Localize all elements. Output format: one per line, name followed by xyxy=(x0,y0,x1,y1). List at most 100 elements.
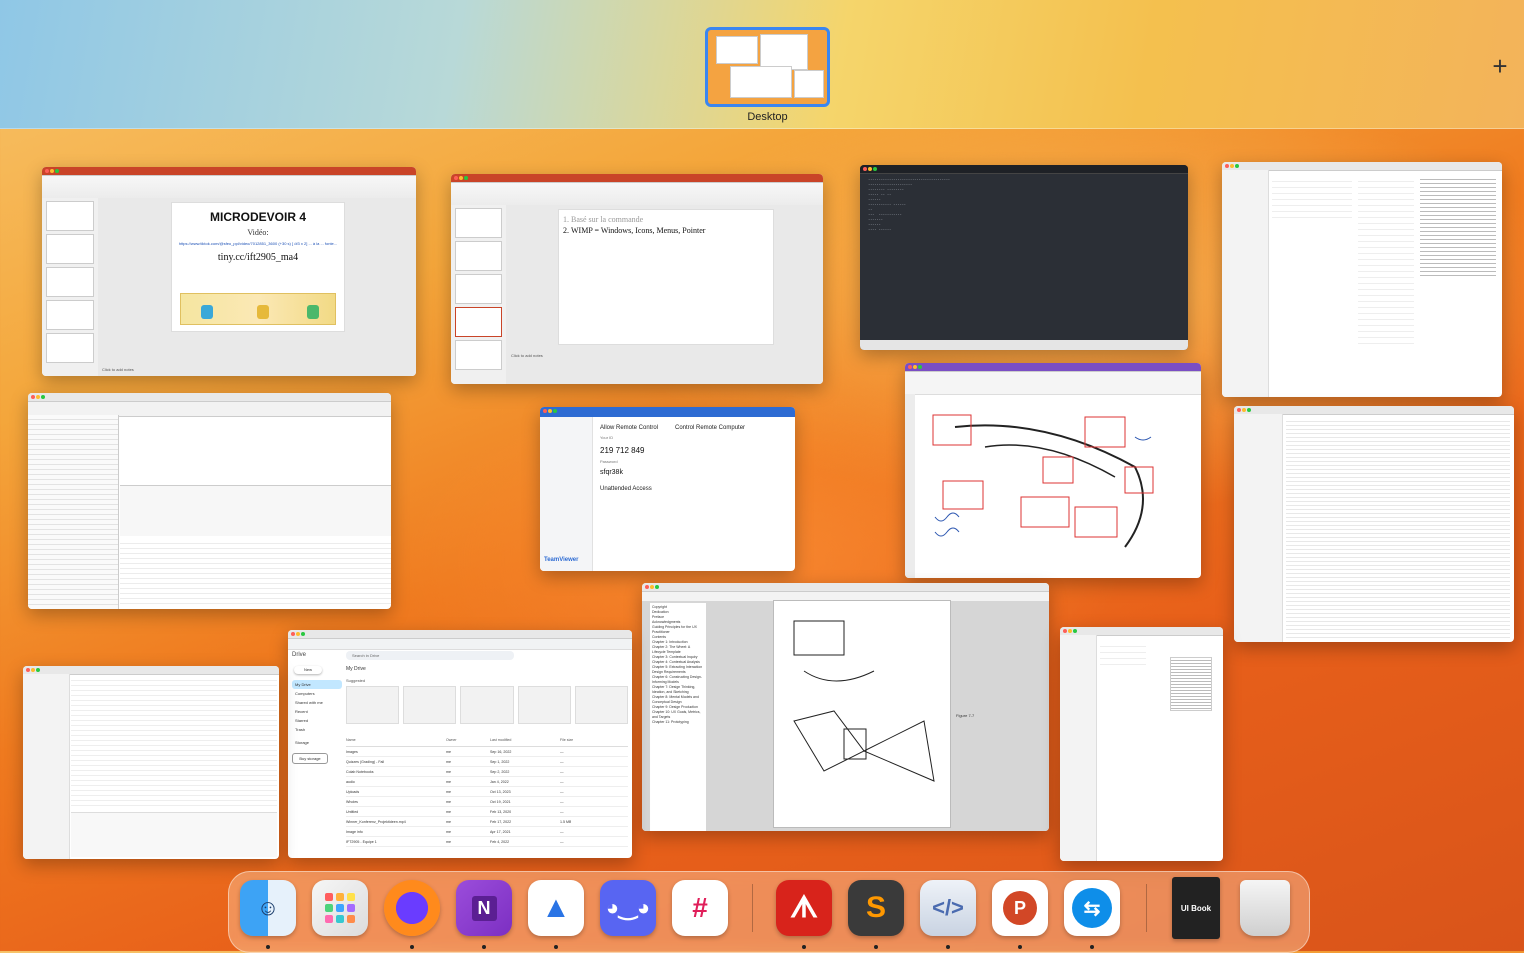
window-titlebar xyxy=(288,630,632,639)
table-row[interactable]: Uploads me Oct 13, 2023 — xyxy=(346,787,628,797)
commit-history[interactable] xyxy=(120,539,391,605)
toc-item[interactable]: Chapter 5: Extracting Interaction Design… xyxy=(652,665,704,675)
teamviewer-icon[interactable]: ⇆ xyxy=(1064,880,1120,936)
table-row[interactable]: Colab Notebooks me Sep 2, 2022 — xyxy=(346,767,628,777)
cell-modified: Oct 13, 2023 xyxy=(490,789,511,794)
table-row[interactable]: audio me Jan 4, 2022 — xyxy=(346,777,628,787)
launchpad-icon[interactable] xyxy=(312,880,368,936)
desktop-space-thumbnail[interactable] xyxy=(705,27,830,107)
table-row[interactable]: Quizzes (Grading) - Fall me Sep 1, 2022 — xyxy=(346,757,628,767)
toc-item[interactable]: Chapter 10: UX Goals, Metrics, and Targe… xyxy=(652,710,704,720)
browser-google-drive-window[interactable]: Drive Search in Drive New My Drive Compu… xyxy=(288,630,632,858)
finder-window-desktop[interactable] xyxy=(1234,406,1514,642)
file-table[interactable]: Name Owner Last modified File size Image… xyxy=(346,738,628,847)
powerpoint-window-microdevoir[interactable]: MICRODEVOIR 4 Vidéo: https://www.tiktok.… xyxy=(42,167,416,376)
finder-icon[interactable]: ☺ xyxy=(240,880,296,936)
book-title: UI Book xyxy=(1180,903,1212,913)
toc-item[interactable]: Chapter 11: Prototyping xyxy=(652,720,704,725)
sublime-text-icon[interactable]: S xyxy=(848,880,904,936)
current-slide[interactable]: Basé sur la commande WIMP = Windows, Ico… xyxy=(559,210,773,344)
running-indicator xyxy=(410,945,414,949)
acrobat-icon[interactable]: ᗑ xyxy=(776,880,832,936)
powerpoint-icon[interactable]: P xyxy=(992,880,1048,936)
toc-item[interactable]: Chapter 7: Design Thinking, Ideation, an… xyxy=(652,685,704,695)
finder-column[interactable] xyxy=(1100,641,1146,665)
finder-window-list[interactable] xyxy=(23,666,279,859)
slack-icon[interactable]: # xyxy=(672,880,728,936)
toc-item[interactable]: Guiding Principles for the UX Practition… xyxy=(652,625,704,635)
discord-icon[interactable]: ◕‿◕ xyxy=(600,880,656,936)
table-row[interactable]: Wholes me Oct 19, 2021 — xyxy=(346,797,628,807)
buy-storage-button[interactable]: Buy storage xyxy=(292,753,328,764)
onenote-ribbon[interactable] xyxy=(905,372,1201,395)
changes-pane[interactable] xyxy=(120,485,391,536)
finder-sidebar[interactable] xyxy=(1234,414,1283,642)
your-id-value: 219 712 849 xyxy=(600,446,645,455)
finder-sidebar[interactable] xyxy=(1060,635,1097,861)
drive-search-input[interactable]: Search in Drive xyxy=(346,651,514,660)
onenote-window[interactable] xyxy=(905,363,1201,578)
slide-thumbnails-pane[interactable] xyxy=(42,198,99,376)
finder-sidebar[interactable] xyxy=(23,674,70,859)
onenote-nav-rail[interactable] xyxy=(905,394,915,578)
nav-trash[interactable]: Trash xyxy=(292,725,342,734)
browser-address-bar[interactable] xyxy=(288,639,632,650)
toc-item[interactable]: Chapter 2: The Wheel: A Lifecycle Templa… xyxy=(652,645,704,655)
finder-window-preview[interactable] xyxy=(1060,627,1223,861)
window-titlebar xyxy=(642,583,1049,592)
table-row[interactable]: Image info me Apr 17, 2021 — xyxy=(346,827,628,837)
table-row[interactable]: Images me Sep 16, 2022 — xyxy=(346,747,628,757)
toc-item[interactable]: Chapter 8: Mental Models and Conceptual … xyxy=(652,695,704,705)
finder-column[interactable] xyxy=(1272,176,1352,218)
pdf-page[interactable] xyxy=(774,601,950,827)
finder-sidebar[interactable] xyxy=(1222,170,1269,397)
teamviewer-window[interactable]: Allow Remote Control Your ID 219 712 849… xyxy=(540,407,795,571)
cell-modified: Sep 1, 2022 xyxy=(490,759,510,764)
current-slide[interactable]: MICRODEVOIR 4 Vidéo: https://www.tiktok.… xyxy=(172,203,344,331)
new-button[interactable]: New xyxy=(294,666,322,674)
col-owner[interactable]: Owner xyxy=(446,738,490,746)
notes-placeholder[interactable]: Click to add notes xyxy=(511,353,543,358)
table-row[interactable]: IFT2905 - Équipe 1 me Feb 4, 2022 — xyxy=(346,837,628,847)
code-editor-window[interactable]: --------------------------------------- … xyxy=(860,165,1188,350)
onenote-icon[interactable]: N xyxy=(456,880,512,936)
nav-my-drive[interactable]: My Drive xyxy=(292,680,342,689)
toc-item[interactable]: Chapter 6: Constructing Design-Informing… xyxy=(652,675,704,685)
git-client-window[interactable] xyxy=(28,393,391,609)
book-icon[interactable]: UI Book xyxy=(1172,877,1220,939)
col-modified[interactable]: Last modified xyxy=(490,738,560,746)
code-editor-icon[interactable]: </> xyxy=(920,880,976,936)
spark-mail-icon[interactable]: ▲ xyxy=(528,880,584,936)
teamviewer-logo: TeamViewer xyxy=(544,557,579,563)
powerpoint-window-wimp[interactable]: Basé sur la commande WIMP = Windows, Ico… xyxy=(451,174,823,384)
notes-placeholder[interactable]: Click to add notes xyxy=(102,367,134,372)
pdf-reader-window[interactable]: Copyright Dedication Preface Acknowledgm… xyxy=(642,583,1049,831)
teamviewer-sidebar[interactable] xyxy=(540,417,593,571)
nav-storage[interactable]: Storage xyxy=(292,738,342,747)
table-row[interactable]: Untitled me Feb 13, 2020 — xyxy=(346,807,628,817)
cell-modified: Feb 4, 2022 xyxy=(490,839,510,844)
col-name[interactable]: Name xyxy=(346,738,446,746)
pdf-bookmarks-pane[interactable]: Copyright Dedication Preface Acknowledgm… xyxy=(650,603,706,831)
cell-modified: Sep 16, 2022 xyxy=(490,749,512,754)
suggested-files[interactable] xyxy=(346,686,629,724)
file-list[interactable] xyxy=(1286,418,1510,638)
add-space-button[interactable]: + xyxy=(1488,52,1512,80)
nav-shared[interactable]: Shared with me xyxy=(292,698,342,707)
trash-icon[interactable] xyxy=(1240,880,1290,936)
finder-window-info[interactable] xyxy=(1222,162,1502,397)
nav-recent[interactable]: Recent xyxy=(292,707,342,716)
table-row[interactable]: Winner_Konferenz_Projektideen.mp4 me Feb 1… xyxy=(346,817,628,827)
find-bar[interactable] xyxy=(860,340,1188,350)
col-size[interactable]: File size xyxy=(560,738,573,746)
slide-thumbnails-pane[interactable] xyxy=(451,205,507,384)
editor-tabs[interactable] xyxy=(860,165,1188,174)
unattended-access-title: Unattended Access xyxy=(600,486,652,492)
drive-nav[interactable]: My Drive Computers Shared with me Recent… xyxy=(292,680,342,764)
repository-list[interactable] xyxy=(28,415,119,609)
nav-computers[interactable]: Computers xyxy=(292,689,342,698)
firefox-icon[interactable] xyxy=(384,880,440,936)
nav-starred[interactable]: Starred xyxy=(292,716,342,725)
file-list[interactable] xyxy=(71,676,277,806)
finder-column[interactable] xyxy=(1358,176,1414,344)
